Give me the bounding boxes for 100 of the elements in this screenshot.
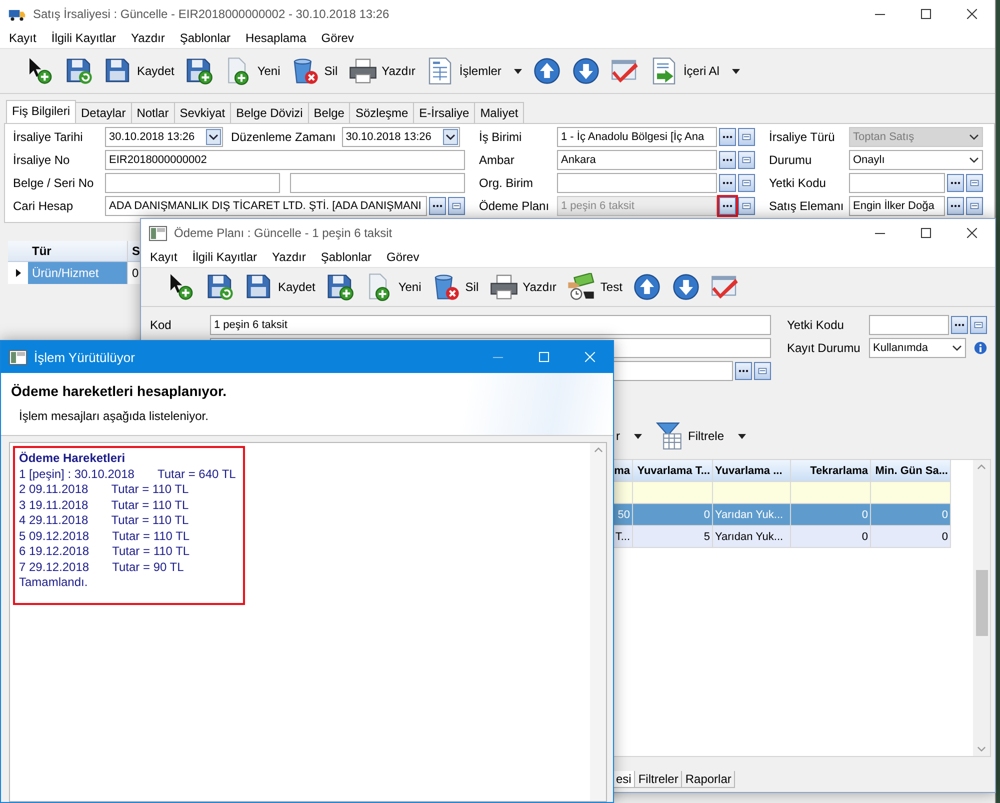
menu-item[interactable]: Kayıt: [9, 31, 36, 45]
window-icon: [741, 180, 752, 186]
ellipsis-button[interactable]: [951, 316, 968, 334]
dots-icon: [950, 181, 961, 185]
trash-icon: [432, 273, 460, 301]
window-icon: [451, 203, 462, 209]
toolbar-button[interactable]: r: [612, 420, 646, 452]
ellipsis-button[interactable]: [719, 128, 736, 146]
ellipsis-button[interactable]: [947, 197, 964, 215]
scrollbar-thumb[interactable]: [976, 570, 988, 636]
lookup-field[interactable]: [557, 173, 717, 193]
tab[interactable]: Raporlar: [681, 771, 736, 788]
operations-button[interactable]: İşlemler: [422, 53, 526, 89]
printer-icon: [490, 273, 518, 301]
field-label: Org. Birim: [479, 176, 534, 190]
field-label: Durumu: [769, 153, 813, 167]
menu-item[interactable]: Görev: [321, 31, 354, 45]
list-button[interactable]: [966, 197, 983, 215]
list-button[interactable]: [970, 316, 987, 334]
test-button[interactable]: Test: [563, 269, 626, 305]
filter-button[interactable]: Filtrele: [652, 420, 750, 452]
window-icon: [757, 368, 768, 374]
text-field[interactable]: EIR2018000000002: [105, 150, 465, 170]
menu-item[interactable]: İlgili Kayıtlar: [51, 31, 116, 45]
delete-button[interactable]: Sil: [287, 53, 342, 89]
menu-item[interactable]: Yazdır: [272, 250, 306, 264]
text-field[interactable]: [105, 173, 280, 193]
maximize-icon: [921, 228, 931, 238]
lookup-field[interactable]: [869, 315, 949, 335]
dropdown-icon: [442, 129, 458, 145]
new-button[interactable]: Yeni: [361, 269, 426, 305]
field-label: Ambar: [479, 153, 516, 167]
list-button[interactable]: [754, 362, 771, 380]
log-amount: Tutar = 110 TL: [111, 498, 189, 513]
tab[interactable]: Fiş Bilgileri: [6, 100, 76, 123]
field-label: Satış Elemanı: [769, 199, 845, 213]
list-button[interactable]: [738, 197, 755, 215]
lookup-field[interactable]: Ankara: [557, 150, 717, 170]
ellipsis-button[interactable]: [719, 151, 736, 169]
list-button[interactable]: [738, 128, 755, 146]
grid-row[interactable]: T... 5 Yarıdan Yuk... 0 0: [613, 526, 951, 548]
menu-item[interactable]: Görev: [386, 250, 420, 264]
menu-item[interactable]: İlgili Kayıtlar: [192, 250, 258, 264]
close-icon: [585, 352, 595, 362]
field-label: Yetki Kodu: [769, 176, 827, 190]
save-button[interactable]: Kaydet: [241, 269, 320, 305]
print-button[interactable]: Yazdır: [344, 53, 420, 89]
field-label: Ödeme Planı: [479, 199, 550, 213]
lookup-field[interactable]: Engin İlker Doğa: [849, 196, 945, 216]
import-button[interactable]: İçeri Al: [646, 53, 744, 89]
print-button[interactable]: Yazdır: [486, 269, 560, 305]
scrollbar[interactable]: [590, 443, 606, 801]
ellipsis-button[interactable]: [429, 197, 446, 215]
dots-icon: [950, 204, 961, 208]
date-field[interactable]: 30.10.2018 13:26: [342, 127, 460, 147]
text-field[interactable]: [290, 173, 465, 193]
field-label: İrsaliye No: [13, 153, 71, 167]
window-title: Satış İrsaliyesi : Güncelle - EIR2018000000002 - 30.10.2018 13:26: [33, 7, 390, 21]
ellipsis-button[interactable]: [947, 174, 964, 192]
window-icon: [741, 157, 752, 163]
lookup-field[interactable]: 1 - İç Anadolu Bölgesi [İç Ana: [557, 127, 717, 147]
close-icon: [967, 228, 977, 238]
date-field[interactable]: 30.10.2018 13:26: [105, 127, 223, 147]
printer-icon: [348, 57, 377, 85]
log-title: Ödeme Hareketleri: [19, 451, 126, 466]
dialog-heading: Ödeme hareketleri hesaplanıyor.: [11, 383, 228, 399]
list-button[interactable]: [966, 174, 983, 192]
menu-item[interactable]: Hesaplama: [246, 31, 306, 45]
menu-item[interactable]: Şablonlar: [320, 250, 372, 264]
dots-icon: [722, 204, 733, 208]
window-icon: [969, 180, 980, 186]
combo-box[interactable]: Onaylı: [849, 150, 983, 170]
text-field[interactable]: 1 peşin 6 taksit: [210, 315, 771, 335]
ellipsis-button[interactable]: [735, 362, 752, 380]
lookup-field[interactable]: [849, 173, 945, 193]
new-button[interactable]: Yeni: [220, 53, 284, 89]
combo-box[interactable]: Kullanımda: [869, 338, 966, 358]
log-amount: Tutar = 110 TL: [112, 544, 190, 560]
delete-button[interactable]: Sil: [428, 269, 483, 305]
menu-item[interactable]: Yazdır: [131, 31, 165, 45]
ellipsis-button[interactable]: [719, 174, 736, 192]
list-button[interactable]: [448, 197, 465, 215]
save-button[interactable]: Kaydet: [100, 53, 178, 89]
list-button[interactable]: [738, 174, 755, 192]
grid-cell: 0: [871, 526, 951, 548]
menu-item[interactable]: Kayıt: [150, 250, 178, 264]
maximize-icon: [921, 9, 931, 19]
log-entry: 5 09.12.2018: [19, 528, 90, 544]
log-entry: 7 29.12.2018: [19, 560, 90, 575]
tab[interactable]: Filtreler: [634, 771, 682, 788]
lookup-field[interactable]: ADA DANIŞMANLIK DIŞ TİCARET LTD. ŞTİ. [ADA DANIŞMANI: [105, 196, 427, 216]
arrow-down-icon: [572, 57, 600, 85]
check-icon: [711, 273, 740, 301]
column-header: Tür: [28, 241, 128, 261]
scrollbar[interactable]: [973, 460, 990, 756]
menu-item[interactable]: Şablonlar: [180, 31, 231, 45]
tab[interactable]: Maliyet: [474, 102, 524, 123]
list-button[interactable]: [738, 151, 755, 169]
caret-icon: [634, 434, 642, 438]
window-icon: [741, 203, 752, 209]
